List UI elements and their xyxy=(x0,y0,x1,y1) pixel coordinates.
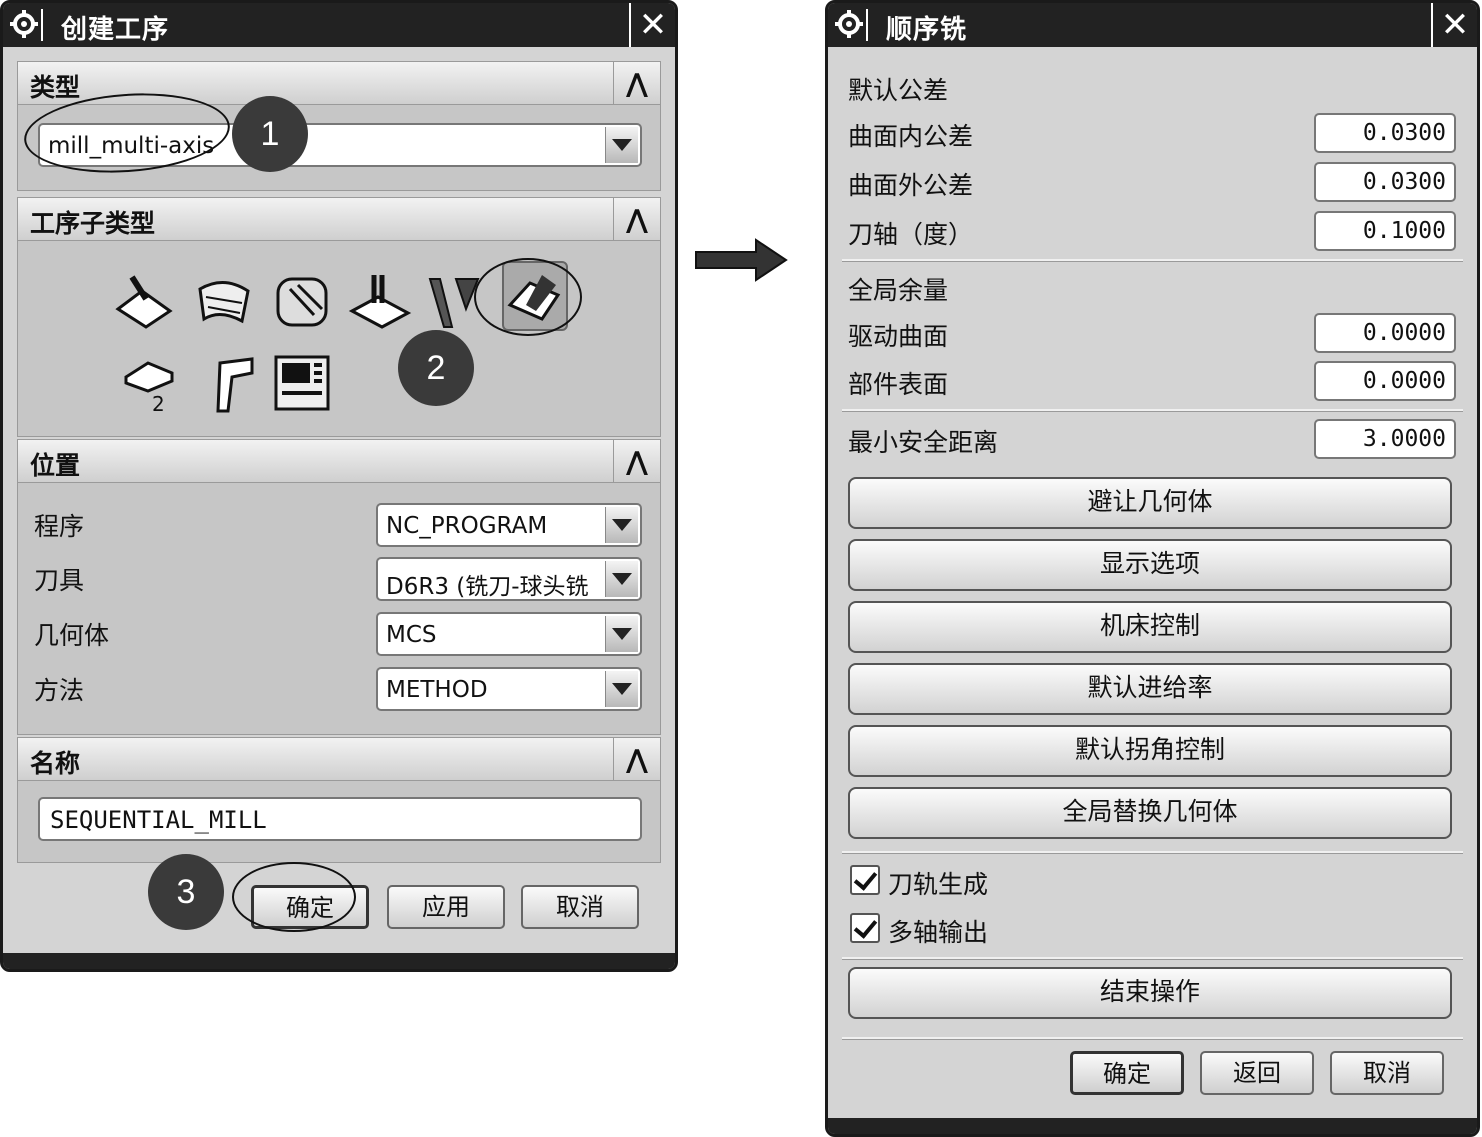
chevron-down-icon[interactable] xyxy=(605,127,638,163)
type-section-label: 类型 xyxy=(30,73,81,102)
divider xyxy=(842,409,1463,412)
variable-contour-icon[interactable] xyxy=(112,269,176,333)
window-bottom-edge xyxy=(3,953,675,969)
method-value: METHOD xyxy=(386,677,488,703)
collapse-icon[interactable]: ⋀ xyxy=(613,440,660,482)
drive-surface-input[interactable]: 0.0000 xyxy=(1314,313,1456,353)
end-operation-button[interactable]: 结束操作 xyxy=(848,967,1452,1019)
window-bottom-edge xyxy=(828,1118,1477,1134)
name-value: SEQUENTIAL_MILL xyxy=(50,806,267,834)
tool-combo[interactable]: D6R3 (铣刀-球头铣 xyxy=(376,557,642,601)
outtol-input[interactable]: 0.0300 xyxy=(1314,162,1456,202)
collapse-icon[interactable]: ⋀ xyxy=(613,738,660,780)
machine-control-button[interactable]: 机床控制 xyxy=(848,601,1452,653)
default-corner-control-button[interactable]: 默认拐角控制 xyxy=(848,725,1452,777)
tool-label: 刀具 xyxy=(34,566,85,595)
apply-button[interactable]: 应用 xyxy=(387,885,505,929)
collapse-icon[interactable]: ⋀ xyxy=(613,62,660,104)
name-input[interactable]: SEQUENTIAL_MILL xyxy=(38,797,642,841)
title-bar: 顺序铣 ✕ xyxy=(828,3,1477,47)
location-section-header[interactable]: 位置 ⋀ xyxy=(17,439,661,483)
tool-value: D6R3 (铣刀-球头铣 xyxy=(386,574,589,600)
avoidance-geometry-button[interactable]: 避让几何体 xyxy=(848,477,1452,529)
back-button[interactable]: 返回 xyxy=(1200,1051,1314,1095)
callout-3: 3 xyxy=(148,854,224,930)
callout-2: 2 xyxy=(398,330,474,406)
drive-surface-label: 驱动曲面 xyxy=(848,322,949,351)
name-section-header[interactable]: 名称 ⋀ xyxy=(17,737,661,781)
toolpath-generation-checkbox[interactable] xyxy=(850,865,880,895)
divider xyxy=(842,1037,1463,1040)
default-tolerance-label: 默认公差 xyxy=(848,76,949,105)
fixed-contour-icon[interactable] xyxy=(348,269,412,333)
display-options-button[interactable]: 显示选项 xyxy=(848,539,1452,591)
intol-label: 曲面内公差 xyxy=(848,122,974,151)
program-value: NC_PROGRAM xyxy=(386,513,548,539)
cancel-button[interactable]: 取消 xyxy=(521,885,639,929)
variable-streamline-icon[interactable] xyxy=(192,269,256,333)
outtol-label: 曲面外公差 xyxy=(848,171,974,200)
program-label: 程序 xyxy=(34,512,85,541)
name-section-body: SEQUENTIAL_MILL xyxy=(17,781,661,863)
chevron-down-icon[interactable] xyxy=(605,671,638,707)
name-section-label: 名称 xyxy=(30,749,81,778)
gear-icon[interactable] xyxy=(834,9,868,41)
tool-path-icon[interactable] xyxy=(198,351,262,415)
subtype-section-label: 工序子类型 xyxy=(30,209,156,238)
program-combo[interactable]: NC_PROGRAM xyxy=(376,503,642,547)
global-replace-geometry-button[interactable]: 全局替换几何体 xyxy=(848,787,1452,839)
geometry-value: MCS xyxy=(386,622,437,648)
right-arrow-icon xyxy=(695,238,788,282)
svg-text:2: 2 xyxy=(152,392,165,415)
multi-axis-output-checkbox[interactable] xyxy=(850,913,880,943)
chevron-down-icon[interactable] xyxy=(605,507,638,543)
close-icon[interactable]: ✕ xyxy=(1431,3,1477,47)
intol-input[interactable]: 0.0300 xyxy=(1314,113,1456,153)
tool-axis-label: 刀轴（度） xyxy=(848,220,974,249)
default-feedrate-button[interactable]: 默认进给率 xyxy=(848,663,1452,715)
method-label: 方法 xyxy=(34,676,85,705)
cancel-button[interactable]: 取消 xyxy=(1330,1051,1444,1095)
method-combo[interactable]: METHOD xyxy=(376,667,642,711)
location-section-body: 程序 NC_PROGRAM 刀具 D6R3 (铣刀-球头铣 几何体 MCS 方法… xyxy=(17,483,661,735)
callout-1: 1 xyxy=(232,96,308,172)
gear-icon[interactable] xyxy=(9,9,43,41)
chevron-down-icon[interactable] xyxy=(605,616,638,652)
sequential-mill-dialog: 顺序铣 ✕ 默认公差 曲面内公差 0.0300 曲面外公差 0.0300 刀轴（… xyxy=(825,0,1480,1137)
multi-axis-output-label: 多轴输出 xyxy=(888,918,989,947)
collapse-icon[interactable]: ⋀ xyxy=(613,198,660,240)
toolpath-generation-label: 刀轨生成 xyxy=(888,870,989,899)
part-surface-input[interactable]: 0.0000 xyxy=(1314,361,1456,401)
ok-button[interactable]: 确定 xyxy=(1070,1051,1184,1095)
chevron-down-icon[interactable] xyxy=(605,561,638,597)
global-stock-label: 全局余量 xyxy=(848,276,949,305)
min-clearance-input[interactable]: 3.0000 xyxy=(1314,419,1456,459)
dialog-title: 创建工序 xyxy=(61,15,170,45)
contour-profile-3d-icon[interactable] xyxy=(270,269,334,333)
subtype-section-header[interactable]: 工序子类型 ⋀ xyxy=(17,197,661,241)
divider xyxy=(842,259,1463,262)
location-section-label: 位置 xyxy=(30,451,81,480)
divider xyxy=(842,957,1463,960)
tool-axis-input[interactable]: 0.1000 xyxy=(1314,211,1456,251)
divider xyxy=(842,851,1463,854)
title-bar: 创建工序 ✕ xyxy=(3,3,675,47)
geometry-combo[interactable]: MCS xyxy=(376,612,642,656)
callout-ellipse-subtype xyxy=(474,258,582,336)
callout-ellipse-ok xyxy=(232,862,356,932)
geometry-label: 几何体 xyxy=(34,621,110,650)
machine-control-icon[interactable] xyxy=(270,351,334,415)
close-icon[interactable]: ✕ xyxy=(629,3,675,47)
hole-milling-icon[interactable]: 2 xyxy=(118,351,182,415)
min-clearance-label: 最小安全距离 xyxy=(848,428,999,457)
dialog-title: 顺序铣 xyxy=(886,15,968,45)
part-surface-label: 部件表面 xyxy=(848,370,949,399)
